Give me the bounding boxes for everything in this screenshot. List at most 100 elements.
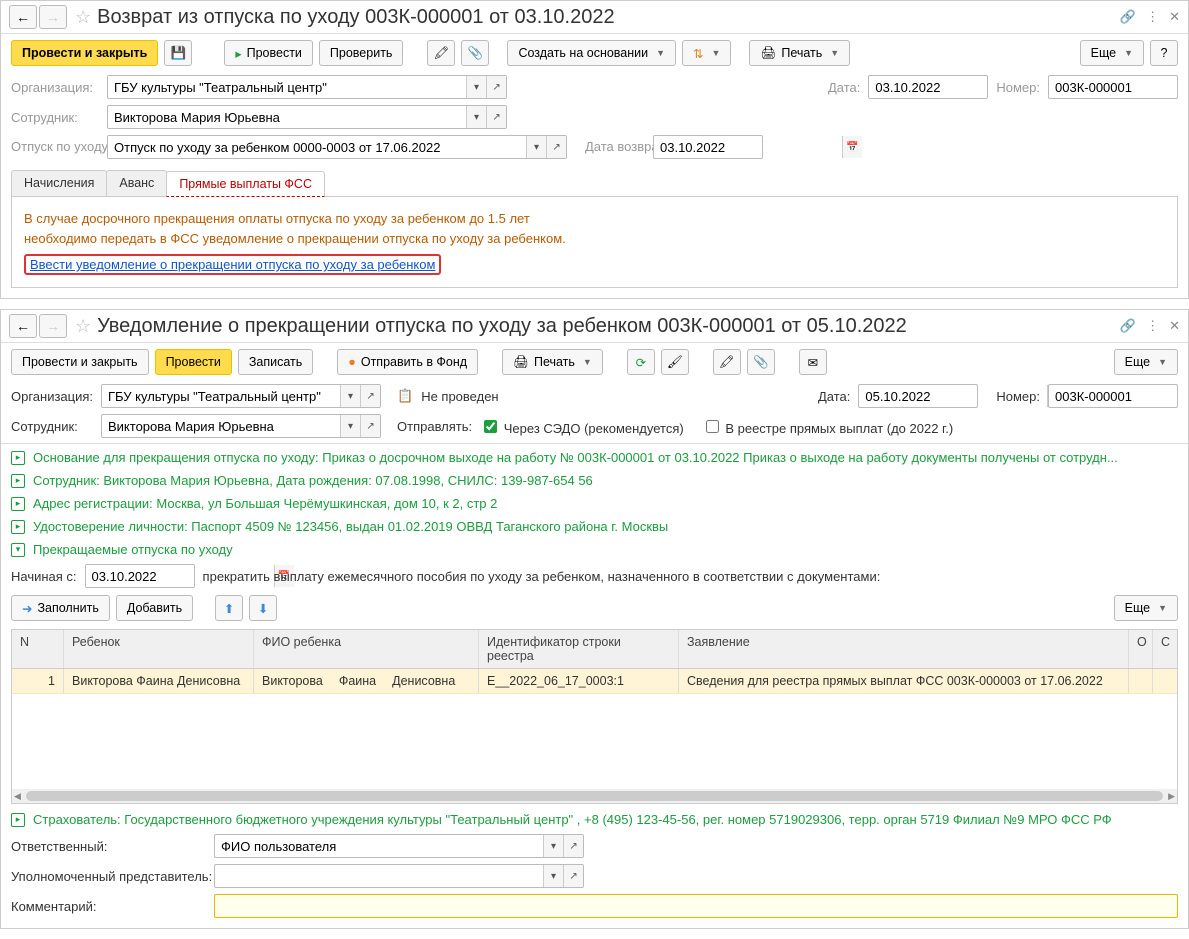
org-field[interactable]	[102, 385, 340, 407]
send-option-sedo[interactable]: Через СЭДО (рекомендуется)	[480, 417, 684, 436]
calendar-icon[interactable]: 📅	[842, 136, 862, 158]
more-button[interactable]: Еще▼	[1114, 349, 1178, 375]
cell-o	[1129, 669, 1153, 693]
registry-checkbox[interactable]	[706, 420, 719, 433]
cell-child: Викторова Фаина Денисовна	[64, 669, 254, 693]
forward-button: →	[39, 5, 67, 29]
org-field[interactable]	[108, 76, 466, 98]
col-id: Идентификатор строки реестра	[479, 630, 679, 668]
fill-button[interactable]: ➜Заполнить	[11, 595, 110, 621]
move-down-icon[interactable]: ⬇	[249, 595, 277, 621]
open-icon[interactable]: ↗	[486, 76, 506, 98]
window-notification: ← → ☆ Уведомление о прекращении отпуска …	[0, 309, 1189, 929]
dropdown-icon[interactable]: ▾	[543, 835, 563, 857]
window-title: Уведомление о прекращении отпуска по ухо…	[97, 315, 1120, 338]
print-button[interactable]: 🖨 Печать▼	[749, 40, 850, 66]
attachment-icon[interactable]: 📎	[461, 40, 489, 66]
send-option-registry[interactable]: В реестре прямых выплат (до 2022 г.)	[702, 417, 953, 436]
responsible-field[interactable]	[215, 835, 543, 857]
open-icon[interactable]: ↗	[563, 865, 583, 887]
tab-accruals[interactable]: Начисления	[11, 170, 107, 196]
menu-icon[interactable]: ⋮	[1146, 318, 1159, 334]
open-icon[interactable]: ↗	[486, 106, 506, 128]
comment-field[interactable]	[215, 895, 1177, 917]
post-and-close-button[interactable]: Провести и закрыть	[11, 349, 149, 375]
back-button[interactable]: ←	[9, 314, 37, 338]
close-icon[interactable]: ✕	[1169, 9, 1180, 25]
status-icon: 📋	[397, 388, 413, 404]
horizontal-scrollbar[interactable]: ◀ ▶	[12, 789, 1177, 803]
insurer-row: Страхователь: Государственного бюджетног…	[33, 812, 1112, 827]
representative-field[interactable]	[215, 865, 543, 887]
link-icon[interactable]: 🔗	[1120, 9, 1136, 25]
col-fio: ФИО ребенка	[254, 630, 479, 668]
highlighter-icon[interactable]: 🖍	[427, 40, 455, 66]
create-based-on-button[interactable]: Создать на основании▼	[507, 40, 676, 66]
add-button[interactable]: Добавить	[116, 595, 193, 621]
print-button[interactable]: 🖨 Печать▼	[502, 349, 603, 375]
expand-icon[interactable]: ▸	[11, 520, 25, 534]
leave-field[interactable]	[108, 136, 526, 158]
identity-row: Удостоверение личности: Паспорт 4509 № 1…	[33, 519, 668, 534]
expand-icon[interactable]: ▸	[11, 813, 25, 827]
menu-icon[interactable]: ⋮	[1146, 9, 1159, 25]
tab-advance[interactable]: Аванс	[106, 170, 167, 196]
num-field[interactable]	[1049, 76, 1189, 98]
highlighter-icon[interactable]: 🖍	[713, 349, 741, 375]
link-icon[interactable]: 🔗	[1120, 318, 1136, 334]
open-icon[interactable]: ↗	[563, 835, 583, 857]
create-notification-link[interactable]: Ввести уведомление о прекращении отпуска…	[30, 257, 435, 272]
col-o: О	[1129, 630, 1153, 668]
write-button[interactable]: Записать	[238, 349, 313, 375]
send-to-fund-button[interactable]: ●Отправить в Фонд	[337, 349, 478, 375]
sedo-checkbox[interactable]	[484, 420, 497, 433]
dropdown-icon[interactable]: ▾	[466, 76, 486, 98]
terminated-leaves-row: Прекращаемые отпуска по уходу	[33, 542, 233, 557]
open-icon[interactable]: ↗	[360, 385, 380, 407]
table-row[interactable]: 1 Викторова Фаина Денисовна ВиктороваФаи…	[12, 669, 1177, 694]
emp-field[interactable]	[108, 106, 466, 128]
open-icon[interactable]: ↗	[546, 136, 566, 158]
tab-content-fss: В случае досрочного прекращения оплаты о…	[11, 197, 1178, 288]
dropdown-icon[interactable]: ▾	[340, 385, 360, 407]
dropdown-icon[interactable]: ▾	[340, 415, 360, 437]
move-up-icon[interactable]: ⬆	[215, 595, 243, 621]
status-text: Не проведен	[421, 389, 498, 404]
tab-fss[interactable]: Прямые выплаты ФСС	[166, 171, 325, 197]
sync-button[interactable]: ⇅▼	[682, 40, 731, 66]
dropdown-icon[interactable]: ▾	[543, 865, 563, 887]
check-button[interactable]: Проверить	[319, 40, 404, 66]
emp-field[interactable]	[102, 415, 340, 437]
expand-icon[interactable]: ▸	[11, 474, 25, 488]
warning-line1: В случае досрочного прекращения оплаты о…	[24, 209, 1165, 229]
collapse-icon[interactable]: ▾	[11, 543, 25, 557]
favorite-icon[interactable]: ☆	[75, 7, 91, 28]
dropdown-icon[interactable]: ▾	[466, 106, 486, 128]
table-more-button[interactable]: Еще▼	[1114, 595, 1178, 621]
post-and-close-button[interactable]: Провести и закрыть	[11, 40, 158, 66]
refresh-icon[interactable]: ⟳	[627, 349, 655, 375]
help-button[interactable]: ?	[1150, 40, 1178, 66]
num-field[interactable]	[1049, 385, 1189, 407]
col-app: Заявление	[679, 630, 1129, 668]
favorite-icon[interactable]: ☆	[75, 316, 91, 337]
cell-fio: ВиктороваФаинаДенисовна	[254, 669, 479, 693]
expand-icon[interactable]: ▸	[11, 451, 25, 465]
open-icon[interactable]: ↗	[360, 415, 380, 437]
post-button[interactable]: Провести	[155, 349, 232, 375]
back-button[interactable]: ←	[9, 5, 37, 29]
cleanup-icon[interactable]: 🖌	[661, 349, 689, 375]
expand-icon[interactable]: ▸	[11, 497, 25, 511]
dropdown-icon[interactable]: ▾	[526, 136, 546, 158]
org-label: Организация:	[11, 80, 99, 95]
representative-label: Уполномоченный представитель:	[11, 869, 206, 884]
attachment-icon[interactable]: 📎	[747, 349, 775, 375]
more-button[interactable]: Еще▼	[1080, 40, 1144, 66]
num-label: Номер:	[996, 80, 1040, 95]
return-field[interactable]	[654, 136, 842, 158]
close-icon[interactable]: ✕	[1169, 318, 1180, 334]
save-button[interactable]: 💾	[164, 40, 192, 66]
mail-icon[interactable]: ✉	[799, 349, 827, 375]
return-label: Дата возврата:	[585, 139, 645, 155]
post-button[interactable]: ▸Провести	[224, 40, 313, 66]
